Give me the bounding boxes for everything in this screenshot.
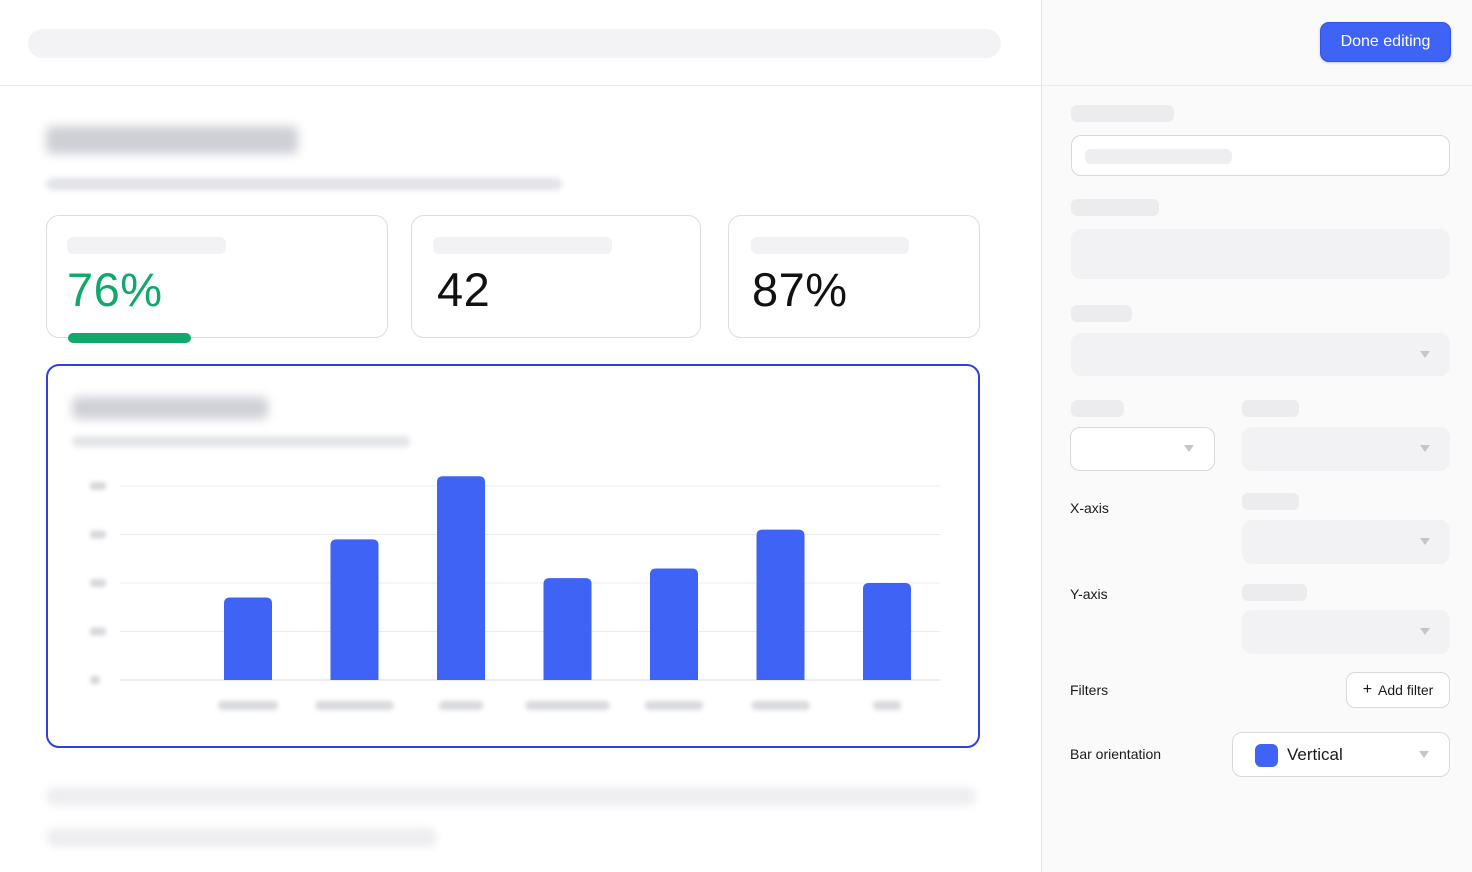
chevron-down-icon <box>1420 350 1430 358</box>
x-tick-label-blurred <box>751 701 810 710</box>
bar[interactable] <box>756 529 805 680</box>
done-editing-button[interactable]: Done editing <box>1320 22 1451 62</box>
kpi-card[interactable]: 76% <box>46 215 388 343</box>
bar-chart <box>90 476 940 710</box>
kpi-value: 42 <box>437 263 491 316</box>
kpi-card[interactable]: 87% <box>728 215 980 338</box>
kpi-label-placeholder <box>751 237 909 254</box>
field-label-placeholder <box>1071 400 1124 417</box>
bar-orientation-value: Vertical <box>1287 745 1343 764</box>
x-axis-select[interactable] <box>1242 520 1450 564</box>
chevron-down-icon <box>1420 445 1430 452</box>
footer-text-blurred <box>46 828 437 847</box>
kpi-value: 87% <box>752 263 848 316</box>
footer-text-blurred <box>46 787 976 806</box>
panel-divider <box>1042 85 1472 86</box>
group-select[interactable] <box>1242 427 1450 471</box>
bar[interactable] <box>650 568 698 680</box>
x-tick-label-blurred <box>315 701 394 710</box>
y-axis-select[interactable] <box>1242 610 1450 654</box>
y-tick-label-blurred <box>90 482 106 490</box>
field-label-placeholder <box>1071 199 1159 216</box>
dataset-select[interactable] <box>1070 427 1215 471</box>
color-swatch <box>1255 744 1278 767</box>
dashboard-canvas: 76% 42 87% <box>0 0 1041 872</box>
bar[interactable] <box>437 476 485 680</box>
bar-orientation-select[interactable]: Vertical <box>1232 732 1450 777</box>
chart-settings-panel: Done editing X-axis Y-axis Filters + Add… <box>1041 0 1472 872</box>
kpi-label-placeholder <box>67 237 226 254</box>
dashboard-title-blurred <box>46 126 298 154</box>
field-label-placeholder <box>1242 493 1299 510</box>
y-tick-label-blurred <box>90 530 106 539</box>
add-filter-button[interactable]: + Add filter <box>1346 672 1450 708</box>
kpi-label-placeholder <box>433 237 612 254</box>
y-tick-label-blurred <box>90 627 106 636</box>
bar[interactable] <box>224 597 272 680</box>
x-tick-label-blurred <box>439 701 483 710</box>
x-tick-label-blurred <box>218 701 278 710</box>
bar-orientation-label: Bar orientation <box>1070 746 1162 762</box>
field-label-placeholder <box>1071 105 1174 122</box>
x-axis-label: X-axis <box>1070 500 1109 516</box>
chevron-down-icon <box>1419 750 1429 758</box>
kpi-value: 76% <box>67 263 163 316</box>
y-tick-label-blurred <box>90 676 100 684</box>
kpi-progress-bar <box>68 333 368 343</box>
app-root: 76% 42 87% Done editing X-axis Y-axis Fi… <box>0 0 1472 872</box>
dashboard-subtitle-blurred <box>46 178 562 190</box>
search-bar-placeholder[interactable] <box>28 29 1001 58</box>
plus-icon: + <box>1362 681 1373 698</box>
filters-label: Filters <box>1070 682 1109 698</box>
chevron-down-icon <box>1420 538 1430 545</box>
x-tick-label-blurred <box>873 701 901 710</box>
chevron-down-icon <box>1184 445 1194 452</box>
top-bar <box>0 0 1041 86</box>
field-label-placeholder <box>1242 400 1299 417</box>
add-filter-label: Add filter <box>1378 682 1434 698</box>
x-tick-label-blurred <box>645 701 703 710</box>
description-textarea[interactable] <box>1071 229 1450 279</box>
input-value-placeholder <box>1085 149 1232 164</box>
x-tick-label-blurred <box>525 701 610 710</box>
bar[interactable] <box>330 539 379 680</box>
chart-title-input[interactable] <box>1071 135 1450 176</box>
chevron-down-icon <box>1420 628 1430 635</box>
kpi-progress-fill <box>68 333 191 343</box>
field-label-placeholder <box>1242 584 1307 601</box>
bar[interactable] <box>863 583 911 680</box>
kpi-card[interactable]: 42 <box>411 215 701 338</box>
y-axis-label: Y-axis <box>1070 586 1108 602</box>
y-tick-label-blurred <box>90 579 106 587</box>
field-label-placeholder <box>1071 305 1132 322</box>
chart-type-select[interactable] <box>1071 333 1450 376</box>
bar[interactable] <box>543 578 592 680</box>
selected-chart-card[interactable] <box>46 364 980 748</box>
